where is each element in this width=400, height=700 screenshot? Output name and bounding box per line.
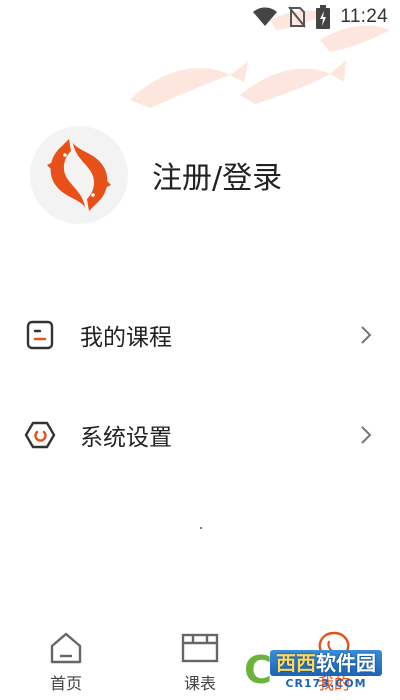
no-sim-icon (288, 6, 307, 28)
course-icon (24, 319, 56, 351)
menu-item-system-settings[interactable]: 系统设置 (0, 405, 400, 465)
tab-label: 课表 (183, 674, 216, 693)
tab-timetable[interactable]: 课表 (160, 628, 240, 698)
login-register-label[interactable]: 注册/登录 (152, 153, 282, 197)
avatar[interactable] (30, 126, 128, 224)
settings-hexagon-icon (24, 419, 56, 451)
timetable-icon (180, 628, 220, 668)
tab-label: 首页 (49, 674, 82, 693)
tab-mine[interactable]: 我的 (294, 628, 374, 698)
bottom-nav: 首页 课表 我的 C 西西软件园 CR173.COM (0, 622, 400, 700)
menu-item-label: 我的课程 (80, 325, 172, 351)
menu-item-my-courses[interactable]: 我的课程 (0, 305, 400, 365)
tab-home[interactable]: 首页 (26, 628, 106, 698)
battery-charging-icon (316, 5, 331, 29)
tab-label: 我的 (317, 674, 350, 693)
watermark-logo-c: C (244, 648, 272, 692)
menu-item-label: 系统设置 (80, 425, 172, 451)
login-profile-row[interactable]: 注册/登录 (30, 126, 282, 224)
status-bar: 11:24 (0, 0, 400, 34)
profile-koi-icon (314, 628, 354, 668)
home-icon (46, 628, 86, 668)
chevron-right-icon (356, 323, 376, 347)
koi-logo-icon (47, 139, 111, 211)
my-page-screen: 11:24 注册/登录 我的课程 系统设置 首页 课表 我的 C 西西软件园 C… (0, 0, 400, 700)
status-time: 11:24 (340, 6, 388, 27)
chevron-right-icon (356, 423, 376, 447)
wifi-icon (252, 7, 278, 27)
stray-dot (200, 527, 202, 529)
